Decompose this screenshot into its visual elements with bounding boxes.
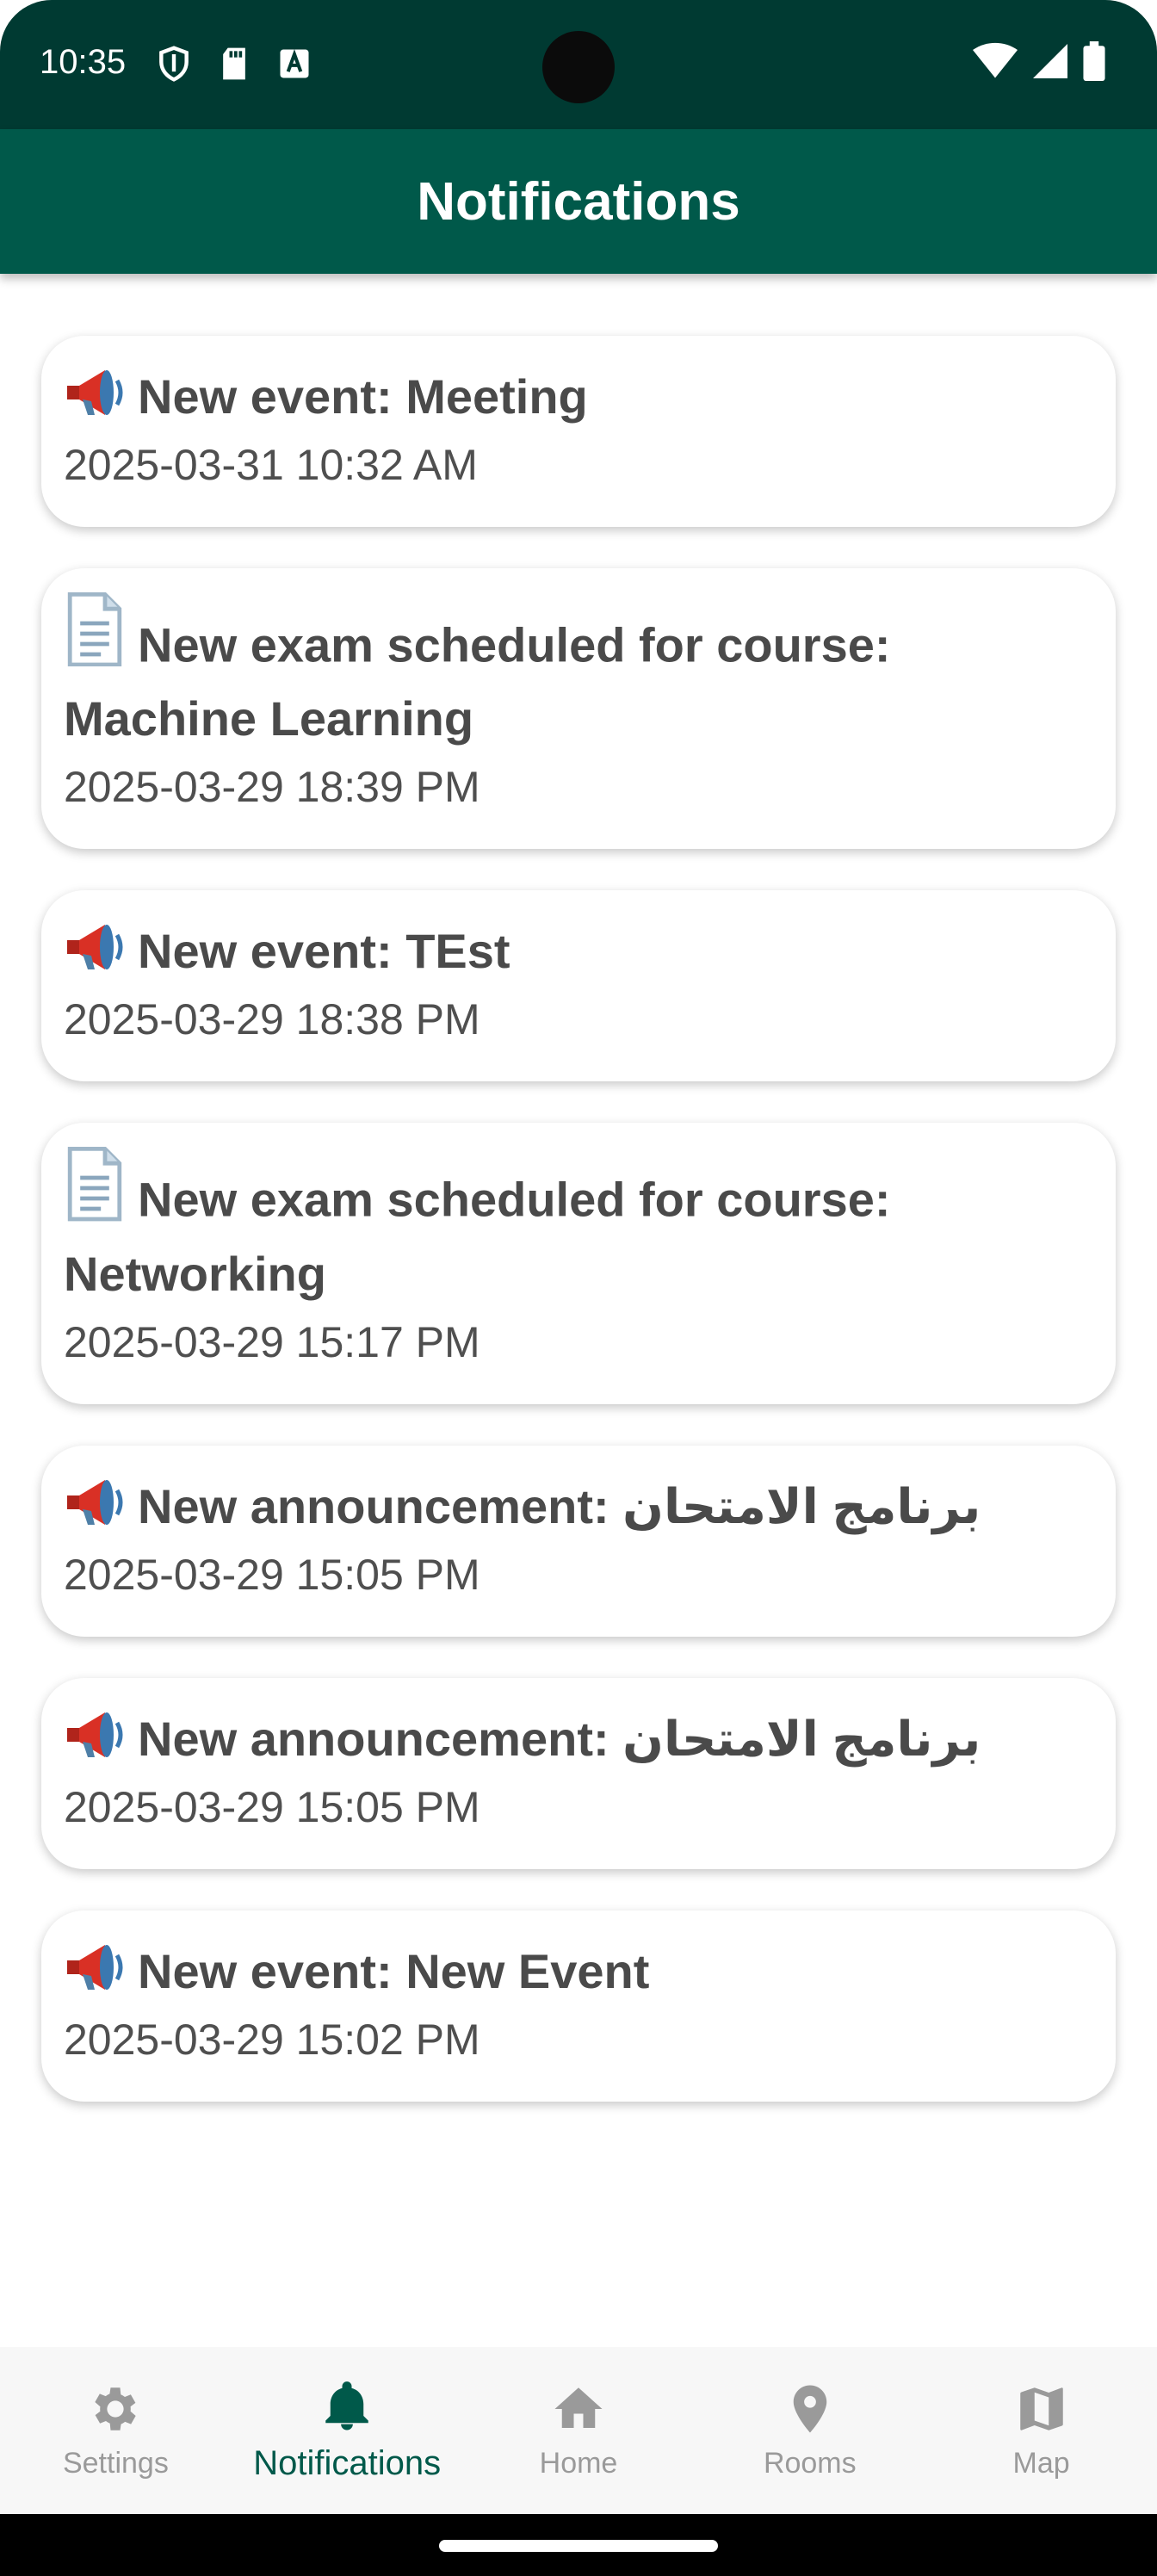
megaphone-icon [64, 365, 126, 417]
notification-timestamp: 2025-03-29 18:38 PM [64, 995, 480, 1044]
notification-card[interactable]: New announcement: برنامج الامتحان 2025-03… [41, 1445, 1116, 1637]
nav-item-home[interactable]: Home [463, 2347, 695, 2514]
document-icon [64, 592, 126, 667]
notification-card[interactable]: New event: New Event 2025-03-29 15:02 PM [41, 1910, 1116, 2102]
notification-timestamp: 2025-03-29 15:17 PM [64, 1317, 480, 1366]
bell-icon [319, 2378, 375, 2439]
megaphone-icon [64, 1707, 126, 1759]
notification-card[interactable]: New exam scheduled for course: Networkin… [41, 1123, 1116, 1404]
shield-icon [159, 46, 189, 82]
notification-title: New event: TEst [64, 914, 1093, 988]
notification-title-text: New announcement: برنامج الامتحان [138, 1478, 981, 1533]
notification-card[interactable]: New event: Meeting 2025-03-31 10:32 AM [41, 336, 1116, 527]
location-pin-icon [782, 2381, 838, 2442]
app-bar: Notifications [0, 129, 1157, 274]
bottom-navigation: Settings Notifications Home Rooms Map [0, 2347, 1157, 2514]
home-icon [550, 2381, 607, 2442]
wifi-icon [973, 42, 1018, 78]
megaphone-icon [64, 920, 126, 971]
nav-label: Rooms [763, 2447, 857, 2480]
notification-title: New announcement: برنامج الامتحان [64, 1470, 1093, 1544]
notification-timestamp: 2025-03-29 18:39 PM [64, 763, 480, 812]
nav-label: Notifications [253, 2444, 442, 2482]
page-title: Notifications [417, 171, 740, 232]
gesture-handle[interactable] [439, 2540, 718, 2552]
status-time: 10:35 [40, 43, 127, 81]
nav-item-rooms[interactable]: Rooms [694, 2347, 925, 2514]
status-bar: 10:35 [0, 0, 1157, 129]
nav-item-settings[interactable]: Settings [0, 2347, 232, 2514]
notification-timestamp: 2025-03-29 15:05 PM [64, 1550, 480, 1599]
nav-item-notifications[interactable]: Notifications [232, 2347, 463, 2514]
document-icon [64, 1147, 126, 1222]
megaphone-icon [64, 1475, 126, 1526]
notification-title: New exam scheduled for course: Machine L… [64, 592, 1093, 756]
nav-label: Map [1012, 2447, 1070, 2480]
nav-label: Settings [62, 2447, 169, 2480]
nav-label: Home [539, 2447, 618, 2480]
battery-icon [1083, 41, 1105, 81]
notification-title-text: New event: TEst [138, 924, 510, 979]
notification-title-text: New announcement: برنامج الامتحان [138, 1711, 981, 1766]
notification-title: New event: New Event [64, 1935, 1093, 2009]
notification-card[interactable]: New announcement: برنامج الامتحان 2025-03… [41, 1677, 1116, 1869]
megaphone-icon [64, 1940, 126, 1991]
notification-title-text: New event: Meeting [138, 369, 588, 424]
status-icons-right [973, 41, 1105, 81]
notification-timestamp: 2025-03-29 15:05 PM [64, 1782, 480, 1831]
status-icons-left [155, 45, 313, 83]
nav-item-map[interactable]: Map [925, 2347, 1157, 2514]
notification-title-text: New event: New Event [138, 1943, 650, 1998]
notification-title: New event: Meeting [64, 360, 1093, 434]
notification-card[interactable]: New exam scheduled for course: Machine L… [41, 568, 1116, 850]
map-icon [1013, 2381, 1070, 2442]
notification-title: New exam scheduled for course: Networkin… [64, 1147, 1093, 1310]
notification-title: New announcement: برنامج الامتحان [64, 1702, 1093, 1776]
sd-card-icon [223, 47, 245, 80]
notification-timestamp: 2025-03-29 15:02 PM [64, 2015, 480, 2064]
notification-card[interactable]: New event: TEst 2025-03-29 18:38 PM [41, 890, 1116, 1082]
notification-list[interactable]: New event: Meeting 2025-03-31 10:32 AM New… [41, 336, 1116, 2143]
text-icon [280, 49, 309, 78]
notification-title-text: New exam scheduled for course: Machine L… [64, 617, 891, 746]
gear-icon [87, 2381, 144, 2442]
notification-title-text: New exam scheduled for course: Networkin… [64, 1172, 891, 1301]
cellular-signal-icon [1033, 44, 1067, 78]
front-camera [542, 31, 615, 103]
notification-timestamp: 2025-03-31 10:32 AM [64, 441, 478, 489]
